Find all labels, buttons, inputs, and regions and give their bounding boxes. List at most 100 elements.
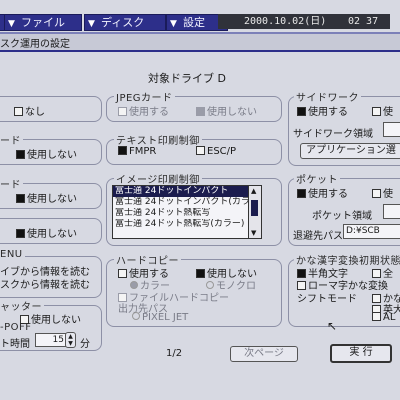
board-none-label: 使用しない: [27, 194, 77, 205]
image-print-label: イメージ印刷制御: [114, 171, 202, 186]
checkbox-icon: [372, 312, 381, 321]
opt-none[interactable]: なし: [14, 103, 45, 118]
shutter-none-label: 使用しない: [31, 315, 81, 326]
scroll-thumb[interactable]: [251, 200, 258, 216]
sidework-area-label: サイドワーク領域: [293, 129, 373, 140]
sidework-use-option[interactable]: 使用する: [297, 103, 348, 118]
menu-opt2-label: スクから情報を読む: [0, 280, 90, 291]
left-card-label: ード: [0, 132, 23, 147]
misc-none-label: 使用しない: [27, 229, 77, 240]
pocket-use-option[interactable]: 使用する: [297, 185, 348, 200]
pocket-nouse-option[interactable]: 使: [372, 185, 393, 200]
checkbox-icon: [196, 146, 205, 155]
radio-selected-icon: [130, 281, 138, 289]
pocket-label: ポケット: [294, 171, 340, 186]
left-menu-label: ENU: [0, 249, 25, 260]
left-poff-label: -POFF: [0, 322, 32, 333]
checkbox-icon: [118, 269, 127, 278]
checkbox-checked-icon: [297, 107, 306, 116]
jpeg-label: JPEGカード: [114, 89, 175, 104]
printer-list-scrollbar[interactable]: ▲ ▼: [248, 186, 261, 238]
opt-none-label: なし: [25, 107, 45, 118]
clock-date: 2000.10.02(日): [244, 16, 327, 27]
checkbox-checked-icon: [196, 107, 205, 116]
left-board-label: ード: [0, 176, 23, 191]
execute-button[interactable]: 実 行: [330, 344, 392, 363]
scroll-down-icon[interactable]: ▼: [251, 229, 256, 237]
sidework-nouse-label: 使: [383, 107, 393, 118]
clock-time: 02 37: [348, 16, 379, 27]
radio-icon: [132, 312, 140, 320]
timer-label: ト時間: [0, 339, 30, 350]
jpeg-nouse-option[interactable]: 使用しない: [196, 103, 257, 118]
menu-arrow-icon: ▼: [8, 19, 15, 29]
timer-spinner[interactable]: ▲ ▼: [65, 332, 76, 348]
mouse-cursor-icon: ↖: [327, 319, 338, 333]
menu-bar: ▼ ファイル ▼ ディスク ▼ 設定 2000.10.02(日) 02 37: [0, 12, 400, 34]
dialog-title: スク運用の設定: [0, 39, 70, 50]
clock: 2000.10.02(日) 02 37: [218, 14, 390, 29]
next-page-button[interactable]: 次ページ: [230, 346, 298, 362]
checkbox-icon: [297, 281, 306, 290]
menu-disk[interactable]: ▼ ディスク: [84, 14, 166, 31]
jpeg-nouse-label: 使用しない: [207, 107, 257, 118]
checkbox-icon: [14, 107, 23, 116]
board-none-option[interactable]: 使用しない: [16, 190, 77, 205]
target-drive-label: 対象ドライブ D: [148, 72, 226, 85]
checkbox-icon: [118, 107, 127, 116]
pocket-area-input[interactable]: [383, 204, 400, 219]
checkbox-checked-icon: [16, 150, 25, 159]
hardcopy-dest-value: PIXEL JET: [142, 312, 189, 323]
jpeg-use-option[interactable]: 使用する: [118, 103, 169, 118]
checkbox-checked-icon: [297, 189, 306, 198]
printer-list-item[interactable]: 富士通 24ドットインパクト: [113, 186, 261, 197]
card-none-label: 使用しない: [27, 150, 77, 161]
kana-shift-label: シフトモード: [297, 294, 357, 305]
dialog-title-bar: スク運用の設定: [0, 34, 400, 52]
menu-file[interactable]: ▼ ファイル: [4, 14, 82, 31]
menu-opt2[interactable]: スクから情報を読む: [0, 276, 90, 291]
text-print-label: テキスト印刷制御: [114, 132, 202, 147]
menu-disk-label: ディスク: [101, 16, 145, 29]
card-none-option[interactable]: 使用しない: [16, 146, 77, 161]
menu-settings-label: 設定: [183, 16, 205, 29]
escp-option[interactable]: ESC/P: [196, 146, 236, 157]
printer-list-item[interactable]: 富士通 24ドットインパクト(カラー): [113, 197, 261, 208]
timer-unit: 分: [80, 339, 90, 350]
checkbox-checked-icon: [16, 194, 25, 203]
checkbox-checked-icon: [196, 269, 205, 278]
jpeg-use-label: 使用する: [129, 107, 169, 118]
menu-arrow-icon: ▼: [88, 19, 95, 29]
kana-opt3[interactable]: AL: [372, 312, 395, 323]
menu-file-label: ファイル: [21, 16, 65, 29]
hardcopy-dest-option[interactable]: PIXEL JET: [132, 312, 188, 323]
printer-list[interactable]: 富士通 24ドットインパクト 富士通 24ドットインパクト(カラー) 富士通 2…: [112, 185, 262, 239]
printer-list-item[interactable]: 富士通 24ドット熱転写(カラー): [113, 219, 261, 230]
sidework-area-input[interactable]: [383, 122, 400, 137]
checkbox-icon: [372, 189, 381, 198]
sidework-label: サイドワーク: [294, 89, 361, 104]
pocket-use-label: 使用する: [308, 189, 348, 200]
printer-list-item[interactable]: 富士通 24ドット熱転写: [113, 208, 261, 219]
checkbox-icon: [372, 107, 381, 116]
escp-label: ESC/P: [207, 146, 237, 157]
pocket-path-label: 退避先パス: [293, 231, 343, 242]
sidework-nouse-option[interactable]: 使: [372, 103, 393, 118]
radio-icon: [206, 281, 214, 289]
pocket-nouse-label: 使: [383, 189, 393, 200]
page-indicator: 1/2: [166, 348, 183, 359]
checkbox-checked-icon: [118, 146, 127, 155]
fmpr-label: FMPR: [129, 146, 157, 157]
sidework-use-label: 使用する: [308, 107, 348, 118]
pocket-path-input[interactable]: D:¥SCB: [343, 224, 400, 239]
kana-opt3-label: AL: [383, 312, 396, 323]
app-select-button[interactable]: アプリケーション選: [300, 143, 400, 159]
timer-input[interactable]: 15: [35, 333, 67, 347]
misc-none-option[interactable]: 使用しない: [16, 225, 77, 240]
scroll-up-icon[interactable]: ▲: [251, 187, 256, 195]
fmpr-option[interactable]: FMPR: [118, 146, 156, 157]
pocket-area-label: ポケット領域: [312, 211, 372, 222]
screen: ▼ ファイル ▼ ディスク ▼ 設定 2000.10.02(日) 02 37 ス…: [0, 0, 400, 400]
checkbox-checked-icon: [16, 229, 25, 238]
menu-arrow-icon: ▼: [170, 19, 177, 29]
